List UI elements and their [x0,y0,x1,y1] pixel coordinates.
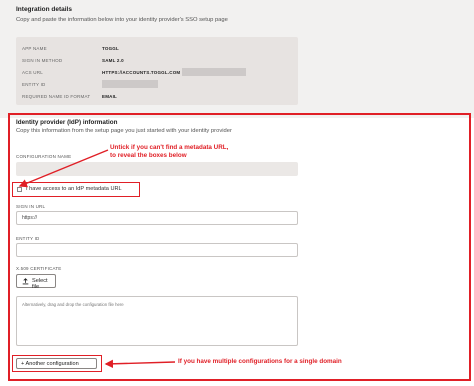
another-configuration-label: + Another configuration [21,360,79,367]
metadata-checkbox-label[interactable]: I have access to an IdP metadata URL [26,186,122,192]
integration-details-section: Integration details Copy and paste the i… [0,0,474,118]
configuration-name-label: CONFIGURATION NAME [16,154,72,159]
certificate-label: X.509 CERTIFICATE [16,266,62,271]
info-row-acs-url: ACS URL HTTPS://ACCOUNTS.TOGGL.COM [16,68,298,78]
annotation-multiple-config-note: If you have multiple configurations for … [178,358,342,365]
upload-icon [22,278,29,285]
annotation-line: to reveal the boxes below [110,152,187,159]
info-key: APP NAME [22,46,47,51]
dropzone-placeholder: Alternatively, drag and drop the configu… [22,302,124,307]
info-row-entity-id: ENTITY ID [16,80,298,90]
info-row-name-id-format: REQUIRED NAME ID FORMAT EMAIL [16,92,298,102]
integration-details-subtitle: Copy and paste the information below int… [16,17,228,23]
redacted-block [182,68,246,76]
select-file-button[interactable]: Select file [16,274,56,290]
checkbox-icon[interactable] [17,187,22,192]
idp-section-title: Identity provider (IdP) information [16,119,118,126]
info-value[interactable]: SAML 2.0 [102,58,124,63]
info-key: SIGN IN METHOD [22,58,63,63]
annotation-metadata-note: Untick if you can't find a metadata URL,… [110,144,228,160]
configuration-name-input[interactable] [16,162,298,176]
select-file-label: Select file [32,278,48,290]
entity-id-input[interactable] [16,243,298,257]
info-row-sign-in-method: SIGN IN METHOD SAML 2.0 [16,56,298,66]
integration-details-title: Integration details [16,6,72,13]
metadata-checkbox-highlight[interactable]: I have access to an IdP metadata URL [12,182,140,197]
sign-in-url-input[interactable]: https:// [16,211,298,225]
info-row-app-name: APP NAME TOGGL [16,44,298,54]
info-value[interactable]: TOGGL [102,46,119,51]
info-value[interactable]: HTTPS://ACCOUNTS.TOGGL.COM [102,70,180,75]
sign-in-url-value: https:// [22,215,38,221]
integration-info-box: APP NAME TOGGL SIGN IN METHOD SAML 2.0 A… [16,37,298,105]
certificate-dropzone[interactable]: Alternatively, drag and drop the configu… [16,296,298,346]
annotation-line: Untick if you can't find a metadata URL, [110,144,229,151]
info-key: ENTITY ID [22,82,46,87]
entity-id-label: ENTITY ID [16,236,40,241]
info-key: REQUIRED NAME ID FORMAT [22,94,91,99]
redacted-block [102,80,158,88]
another-configuration-highlight: + Another configuration [12,355,102,372]
sign-in-url-label: SIGN IN URL [16,204,46,209]
idp-section-subtitle: Copy this information from the setup pag… [16,128,232,134]
info-value[interactable]: EMAIL [102,94,117,99]
info-key: ACS URL [22,70,43,75]
another-configuration-button[interactable]: + Another configuration [16,358,97,369]
